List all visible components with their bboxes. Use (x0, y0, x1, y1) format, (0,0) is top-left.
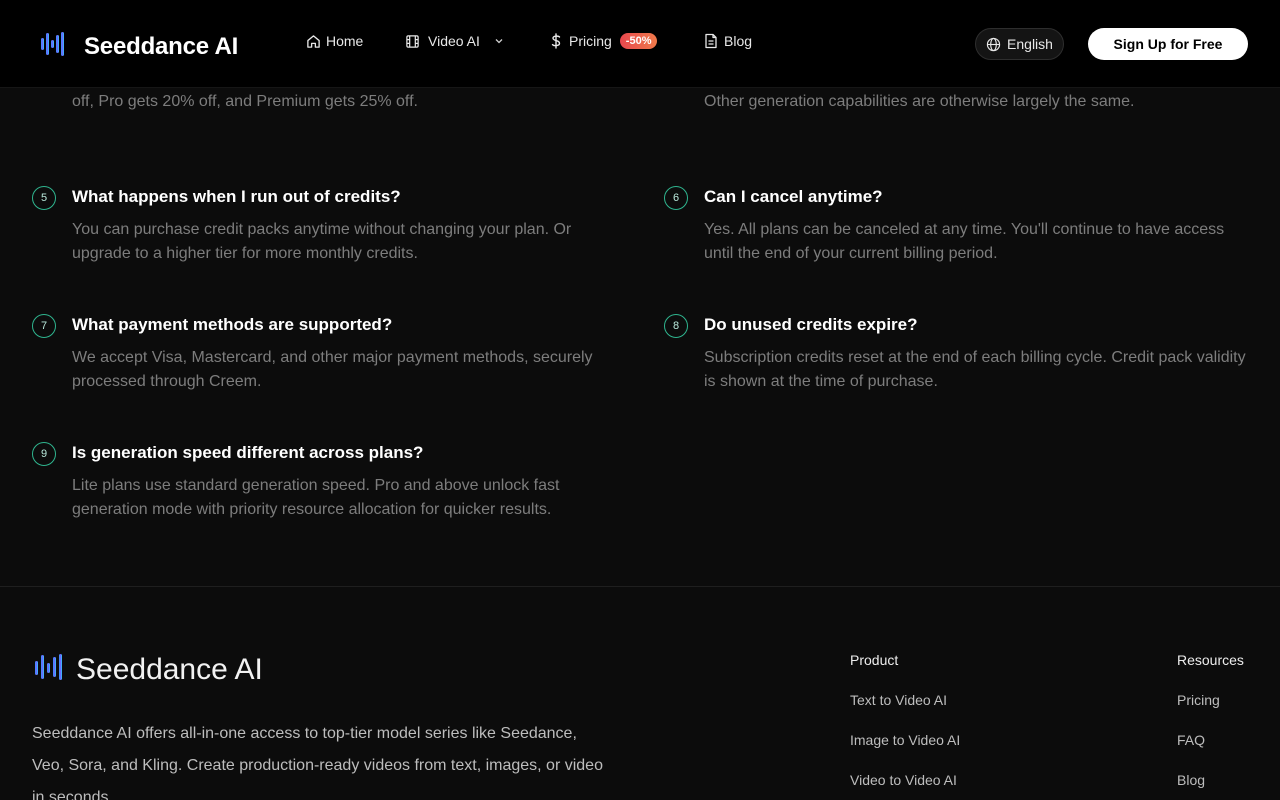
faq-number-badge: 9 (32, 442, 56, 466)
nav-video-ai-label: Video AI (428, 33, 480, 49)
footer-column-product: Product Text to Video AI Image to Video … (850, 652, 960, 790)
footer-link-blog[interactable]: Blog (1177, 772, 1244, 790)
home-icon (305, 33, 321, 49)
dollar-icon (548, 33, 564, 49)
footer-brand[interactable]: Seeddance AI (34, 652, 263, 687)
language-selector[interactable]: English (975, 28, 1064, 60)
footer-description: Seeddance AI offers all-in-one access to… (32, 725, 603, 800)
faq-question: What happens when I run out of credits? (72, 187, 401, 206)
footer-column-title: Resources (1177, 652, 1244, 668)
footer-link-faq[interactable]: FAQ (1177, 732, 1244, 750)
site-header: Seeddance AI Home Video AI Pricing -50% … (0, 0, 1280, 88)
faq-answer: You can purchase credit packs anytime wi… (72, 221, 572, 262)
footer-link-image-to-video[interactable]: Image to Video AI (850, 732, 960, 750)
faq-answer: Lite plans use standard generation speed… (72, 477, 560, 518)
faq-answer: Yes. All plans can be canceled at any ti… (704, 221, 1225, 262)
nav-home-label: Home (326, 33, 364, 49)
footer-link-pricing[interactable]: Pricing (1177, 692, 1244, 710)
logo-bars-icon (40, 29, 66, 64)
footer-brand-name: Seeddance AI (76, 652, 263, 686)
nav-pricing-label: Pricing (569, 33, 612, 49)
globe-icon (986, 37, 1001, 52)
faq-answer: We accept Visa, Mastercard, and other ma… (72, 349, 593, 390)
faq-number-badge: 5 (32, 186, 56, 210)
sign-up-button[interactable]: Sign Up for Free (1088, 28, 1248, 60)
film-icon (404, 33, 420, 49)
faq-answer: Subscription credits reset at the end of… (704, 349, 1246, 390)
chevron-down-icon (494, 36, 504, 46)
nav-home[interactable]: Home (305, 33, 363, 49)
footer-column-title: Product (850, 652, 899, 668)
logo-bars-icon (34, 652, 66, 687)
nav-blog-label: Blog (724, 33, 753, 49)
faq-number-badge: 8 (664, 314, 688, 338)
brand-name: Seeddance AI (84, 32, 239, 60)
language-label: English (1007, 36, 1053, 52)
nav-blog[interactable]: Blog (703, 33, 752, 49)
discount-badge: -50% (619, 33, 658, 49)
faq-question: What payment methods are supported? (72, 315, 393, 334)
header-brand[interactable]: Seeddance AI (40, 29, 238, 64)
document-icon (703, 33, 719, 49)
nav-video-ai[interactable]: Video AI (404, 33, 504, 49)
faq-number-badge: 7 (32, 314, 56, 338)
faq-question: Do unused credits expire? (704, 315, 918, 334)
faq-question: Is generation speed different across pla… (72, 443, 424, 462)
footer-column-resources: Resources Pricing FAQ Blog (1177, 652, 1244, 790)
faq-question: Can I cancel anytime? (704, 187, 883, 206)
footer-link-text-to-video[interactable]: Text to Video AI (850, 692, 960, 710)
faq-number-badge: 6 (664, 186, 688, 210)
footer-link-video-to-video[interactable]: Video to Video AI (850, 772, 960, 790)
footer-divider (0, 586, 1280, 587)
nav-pricing[interactable]: Pricing -50% (548, 33, 658, 49)
